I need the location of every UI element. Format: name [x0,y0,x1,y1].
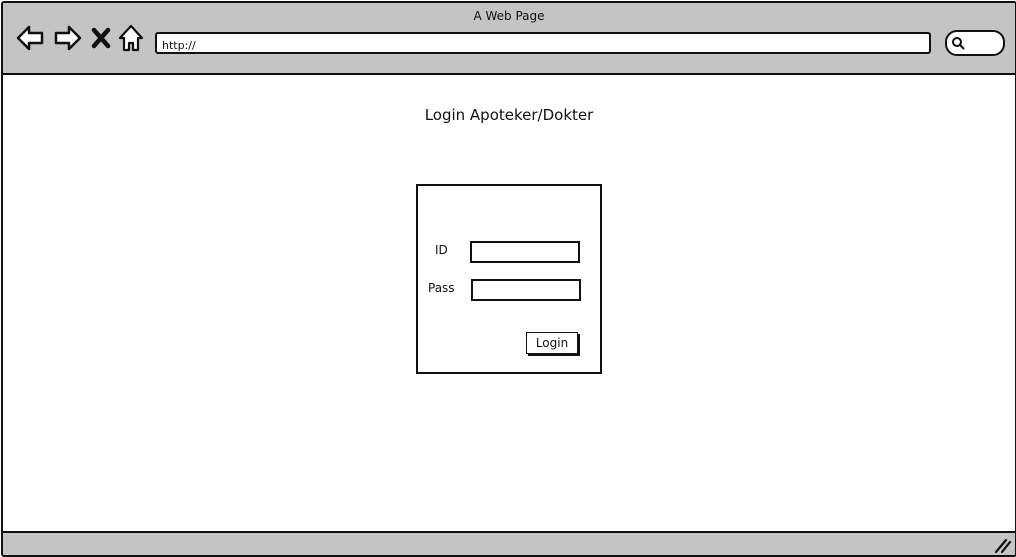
id-field[interactable] [470,241,580,263]
status-bar [3,531,1015,555]
password-input[interactable] [473,283,579,301]
window-title: A Web Page [473,9,545,23]
pass-label: Pass [428,281,455,295]
browser-toolbar: A Web Page [3,3,1015,75]
url-input[interactable] [157,37,922,55]
login-button[interactable]: Login [526,332,578,354]
back-arrow-icon[interactable] [15,23,45,53]
search-box[interactable] [945,30,1005,56]
id-input[interactable] [472,245,578,263]
home-icon[interactable] [117,23,145,53]
resize-grip-icon[interactable] [993,537,1011,553]
page-title: Login Apoteker/Dokter [424,106,594,124]
id-label: ID [435,243,448,257]
close-icon[interactable] [89,23,113,53]
forward-arrow-icon[interactable] [53,23,83,53]
browser-window: A Web Page Login Apoteker/Dokter ID [1,1,1016,557]
url-bar[interactable] [155,32,931,55]
pass-field[interactable] [471,279,581,301]
login-form: ID Pass Login [416,184,602,374]
search-icon [952,37,965,50]
